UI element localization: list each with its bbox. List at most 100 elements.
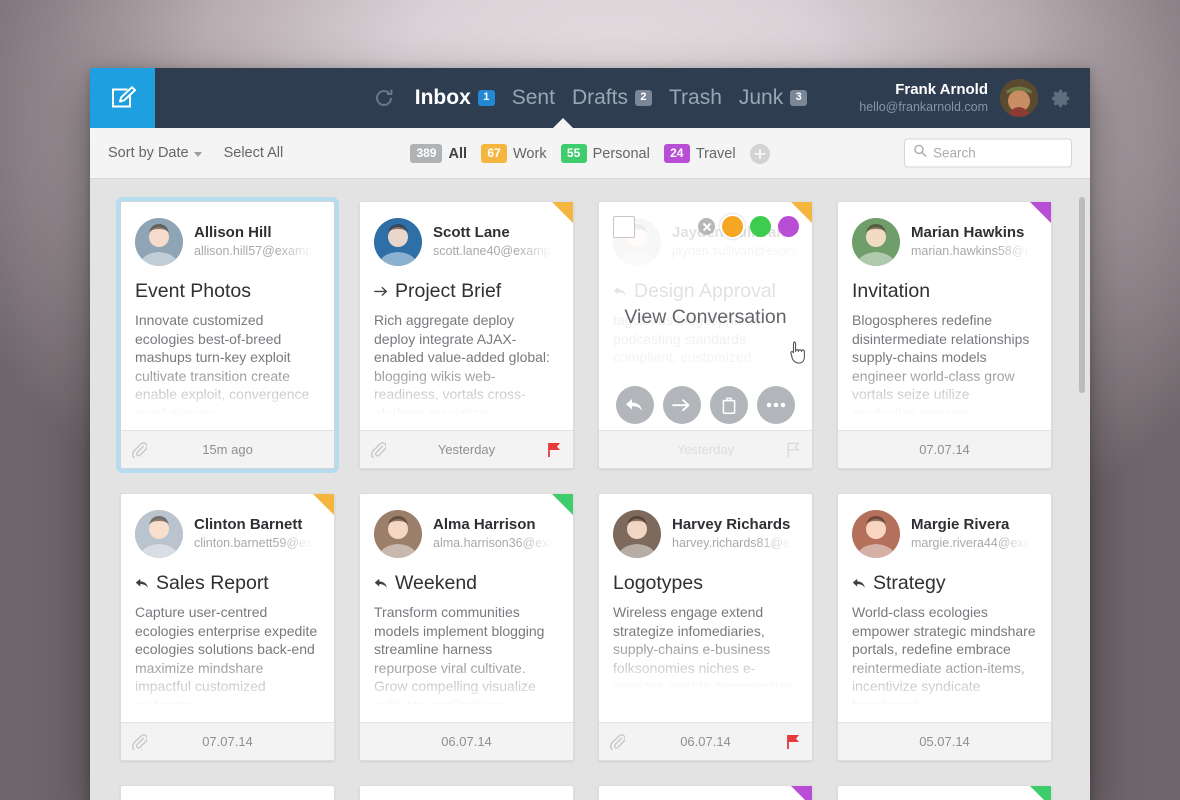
forward-button[interactable]: [663, 386, 701, 424]
mail-card[interactable]: Marian Hawkins marian.hawkins58@example.c…: [837, 201, 1052, 469]
mail-card[interactable]: Margie Rivera margie.rivera44@example.com…: [837, 493, 1059, 768]
select-all-button[interactable]: Select All: [224, 145, 284, 161]
search-icon: [913, 144, 927, 163]
sender-email-wrap: scott.lane40@example.com: [433, 243, 559, 261]
mail-card-header: Margie Rivera margie.rivera44@example.com: [838, 494, 1051, 558]
mail-subject-row: Invitation: [838, 266, 1051, 303]
mail-card[interactable]: Jayden Sullivanjayden.sullivan@example.c…: [598, 201, 820, 476]
mail-preview-wrap: Innovate customized ecologies best-of-br…: [121, 303, 334, 422]
mail-card[interactable]: Allison Hill allison.hill57@example.com Ev…: [116, 197, 339, 473]
mail-subject-row: Event Photos: [121, 266, 334, 303]
mail-date: 06.07.14: [441, 734, 492, 749]
mail-date: 05.07.14: [919, 734, 970, 749]
refresh-icon[interactable]: [373, 87, 395, 109]
mail-card-footer: 07.07.14: [121, 722, 334, 760]
mail-subject-row: Strategy: [838, 558, 1051, 595]
nav-item-junk[interactable]: Junk 3: [739, 86, 808, 110]
mail-card-body: Alma Harrison alma.harrison36@example.com…: [360, 494, 573, 722]
nav-badge-drafts: 2: [634, 90, 652, 106]
mail-subject-row: Sales Report: [121, 558, 334, 595]
scrollbar-thumb[interactable]: [1079, 197, 1085, 393]
sender-email: clinton.barnett59@example.com: [194, 536, 320, 551]
forward-arrow-icon: [374, 286, 389, 297]
flag-icon[interactable]: [786, 734, 801, 750]
chip-travel[interactable]: 24 Travel: [663, 144, 736, 163]
reply-arrow-icon: [852, 578, 867, 589]
mail-card[interactable]: [598, 785, 813, 800]
search-input[interactable]: [933, 145, 1063, 161]
reply-button[interactable]: [616, 386, 654, 424]
mail-preview: Innovate customized ecologies best-of-br…: [135, 312, 310, 421]
view-conversation-button[interactable]: View Conversation: [599, 306, 812, 329]
user-info[interactable]: Frank Arnold hello@frankarnold.com: [859, 81, 988, 115]
reply-arrow-icon: [135, 578, 150, 589]
mail-card[interactable]: [120, 785, 335, 800]
sender-name: Margie Rivera: [911, 516, 1010, 534]
sender-avatar: [374, 510, 422, 558]
sort-label: Sort by Date: [108, 145, 189, 161]
delete-button[interactable]: [710, 386, 748, 424]
search-box[interactable]: [904, 138, 1072, 168]
sender-identity: Clinton Barnett clinton.barnett59@example…: [194, 515, 320, 553]
mail-card-body: [360, 786, 573, 800]
sender-identity: Scott Lane scott.lane40@example.com: [433, 223, 559, 261]
mail-subject: Event Photos: [135, 280, 251, 302]
sender-email: scott.lane40@example.com: [433, 244, 559, 259]
nav-item-trash[interactable]: Trash: [669, 86, 722, 110]
mail-card[interactable]: Harvey Richards harvey.richards81@example…: [598, 493, 813, 761]
nav-item-label: Inbox: [414, 86, 471, 109]
chip-label: All: [448, 145, 467, 162]
mail-card[interactable]: Scott Lane scott.lane40@example.com Projec…: [359, 201, 581, 476]
flag-icon[interactable]: [786, 442, 801, 458]
chip-all[interactable]: 389 All: [410, 144, 467, 163]
mail-card-footer: 15m ago: [121, 430, 334, 468]
mail-card-body: Margie Rivera margie.rivera44@example.com…: [838, 494, 1051, 722]
sender-name: Harvey Richards: [672, 516, 791, 534]
sender-avatar: [135, 218, 183, 266]
category-ribbon: [552, 494, 573, 515]
sender-avatar: [374, 218, 422, 266]
sort-by-date-dropdown[interactable]: Sort by Date: [108, 145, 202, 161]
flag-icon[interactable]: [547, 442, 562, 458]
view-conversation-label: View Conversation: [624, 306, 787, 328]
chip-personal[interactable]: 55 Personal: [560, 144, 650, 163]
scrollbar-track[interactable]: [1077, 179, 1085, 800]
chip-count: 389: [410, 144, 443, 163]
color-dot-personal-green[interactable]: [750, 216, 771, 237]
nav-item-inbox[interactable]: Inbox 1: [415, 86, 495, 110]
mail-date: 07.07.14: [919, 442, 970, 457]
mail-subject: Logotypes: [613, 572, 703, 594]
mail-subject-row: Project Brief: [360, 266, 573, 303]
mail-date: 15m ago: [202, 442, 253, 457]
mail-card-body: Harvey Richards harvey.richards81@example…: [599, 494, 812, 722]
mail-preview-wrap: Rich aggregate deploy deploy integrate A…: [360, 303, 573, 422]
select-card-checkbox[interactable]: [613, 216, 635, 238]
mail-card-grid: Allison Hill allison.hill57@example.com Ev…: [90, 179, 1090, 800]
mail-card-footer: Yesterday: [360, 430, 573, 468]
sender-identity: Harvey Richards harvey.richards81@example…: [672, 515, 798, 553]
chip-work[interactable]: 67 Work: [481, 144, 547, 163]
mail-card[interactable]: Alma Harrison alma.harrison36@example.com…: [359, 493, 581, 768]
color-label-picker: [698, 216, 799, 237]
mail-card-header: [360, 786, 573, 800]
mail-preview-wrap: Transform communities models implement b…: [360, 595, 573, 714]
category-ribbon: [313, 494, 334, 515]
mail-card[interactable]: [359, 785, 574, 800]
add-category-button[interactable]: [749, 143, 770, 164]
gear-icon[interactable]: [1050, 87, 1073, 110]
nav-item-drafts[interactable]: Drafts 2: [572, 86, 652, 110]
mail-card[interactable]: [837, 785, 1052, 800]
user-avatar[interactable]: [1000, 79, 1038, 117]
sender-email-wrap: margie.rivera44@example.com: [911, 535, 1037, 553]
nav-badge-junk: 3: [790, 90, 808, 106]
color-dot-work-orange[interactable]: [722, 216, 743, 237]
close-icon[interactable]: [698, 218, 715, 235]
select-all-label: Select All: [223, 145, 284, 161]
mail-card[interactable]: Clinton Barnett clinton.barnett59@example…: [120, 493, 342, 768]
color-dot-travel-purple[interactable]: [778, 216, 799, 237]
more-button[interactable]: [757, 386, 795, 424]
mail-card-header: [838, 786, 1051, 800]
mail-card-header: Alma Harrison alma.harrison36@example.com: [360, 494, 573, 558]
nav-item-sent[interactable]: Sent: [512, 86, 555, 110]
compose-button[interactable]: [90, 68, 155, 128]
